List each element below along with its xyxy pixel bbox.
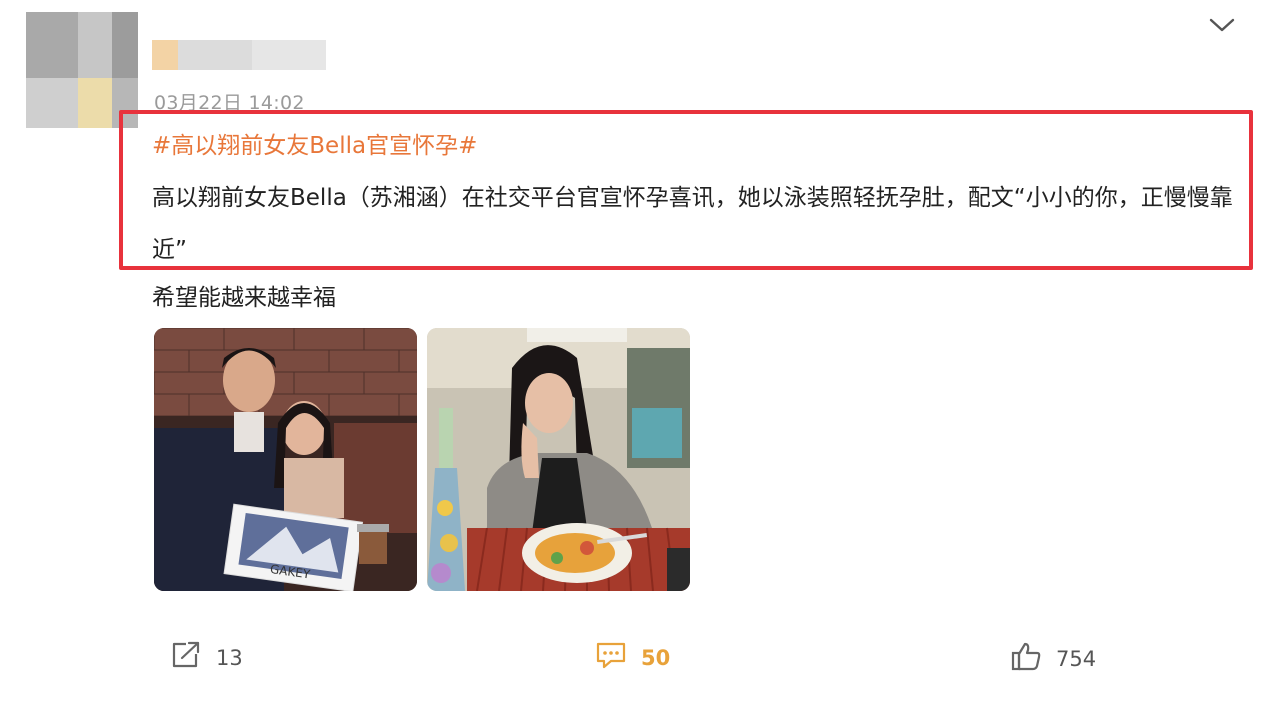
like-button[interactable]: 754	[1010, 640, 1096, 677]
post-text: 高以翔前女友Bella（苏湘涵）在社交平台官宣怀孕喜讯，她以泳装照轻抚孕肚，配文…	[152, 185, 1233, 263]
comment-icon	[595, 640, 627, 675]
comment-button[interactable]: 50	[595, 640, 670, 675]
post-comment-text: 希望能越来越幸福	[152, 285, 336, 311]
woman-at-table-photo[interactable]	[427, 328, 690, 591]
repost-count: 13	[216, 645, 243, 670]
username-blurred[interactable]	[152, 40, 326, 70]
chevron-down-icon[interactable]	[1207, 12, 1237, 38]
comment-count: 50	[641, 645, 671, 670]
thumbs-up-icon	[1010, 640, 1042, 677]
couple-with-cake-photo[interactable]: GAKEY	[154, 328, 417, 591]
share-icon	[170, 640, 202, 675]
repost-button[interactable]: 13	[170, 640, 243, 675]
like-count: 754	[1056, 646, 1097, 671]
topic-hashtag[interactable]: #高以翔前女友Bella官宣怀孕#	[152, 126, 477, 160]
